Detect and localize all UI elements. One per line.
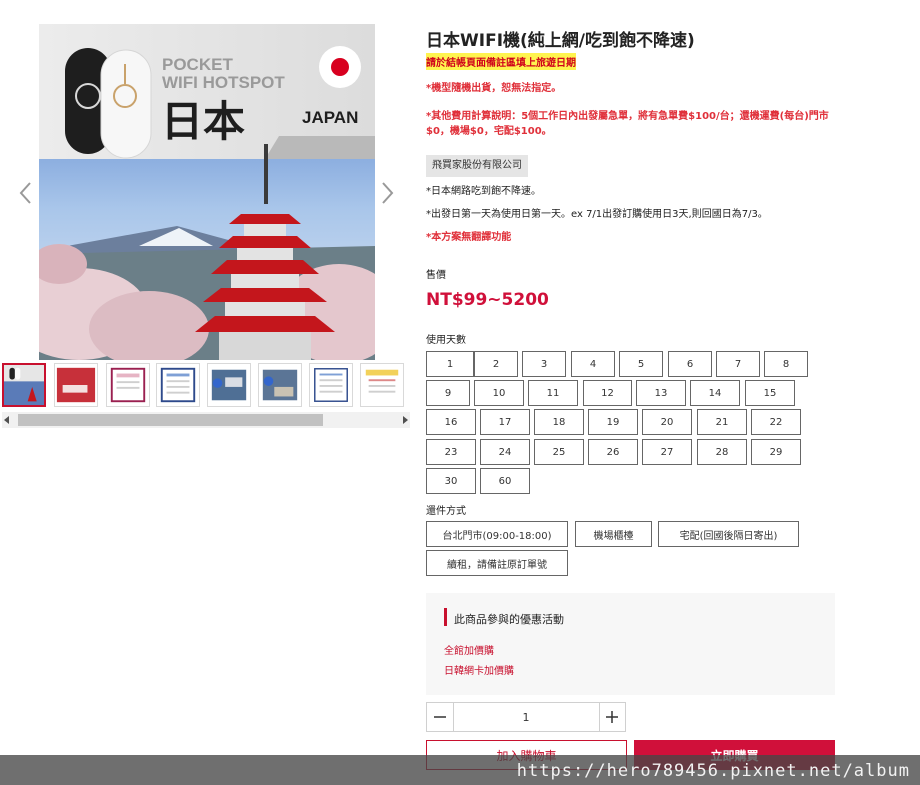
day-option-1[interactable]: 1 (426, 351, 474, 377)
random-model-note: *機型隨機出貨，恕無法指定。 (426, 83, 562, 94)
thumbnail-3[interactable] (106, 363, 150, 407)
shipping-option-renewal[interactable]: 續租，請備註原訂單號 (426, 550, 568, 576)
product-image-illustration: POCKET WIFI HOTSPOT 日本 JAPAN (39, 24, 375, 360)
scroll-right-arrow-icon[interactable] (403, 416, 408, 424)
day-option-6[interactable]: 6 (668, 351, 712, 377)
product-title: 日本WIFI機(純上網/吃到飽不降速) (426, 31, 695, 51)
promo-accent-bar (444, 608, 447, 626)
product-page: POCKET WIFI HOTSPOT 日本 JAPAN 日本WIFI機(純上網… (0, 0, 920, 785)
day-option-4[interactable]: 4 (571, 351, 615, 377)
day-option-16[interactable]: 16 (426, 409, 476, 435)
day-option-8[interactable]: 8 (764, 351, 808, 377)
shipping-option-delivery[interactable]: 宅配(回國後隔日寄出) (658, 521, 799, 547)
day-option-26[interactable]: 26 (588, 439, 638, 465)
day-option-15[interactable]: 15 (745, 380, 795, 406)
hero-headline-1: POCKET (162, 55, 233, 74)
day-option-17[interactable]: 17 (480, 409, 530, 435)
product-main-image[interactable]: POCKET WIFI HOTSPOT 日本 JAPAN (39, 24, 375, 360)
promo-link-site-addon[interactable]: 全館加價購 (444, 642, 494, 657)
day-option-12[interactable]: 12 (583, 380, 632, 406)
japan-flag-icon (331, 58, 349, 76)
hero-country-en: JAPAN (302, 108, 358, 127)
fee-note: *其他費用計算說明：5個工作日內出發屬急單，將有急單費$100/台；還機運費(每… (426, 111, 829, 137)
day-option-23[interactable]: 23 (426, 439, 476, 465)
day-option-30[interactable]: 30 (426, 468, 476, 494)
day-option-3[interactable]: 3 (522, 351, 566, 377)
day-option-5[interactable]: 5 (619, 351, 663, 377)
thumbnail-8[interactable] (360, 363, 404, 407)
quantity-increase-button[interactable] (598, 703, 626, 731)
vendor-badge: 飛買家股份有限公司 (426, 155, 528, 177)
scroll-left-arrow-icon[interactable] (4, 416, 9, 424)
day-option-29[interactable]: 29 (751, 439, 801, 465)
thumbnail-4[interactable] (156, 363, 200, 407)
minus-icon (433, 716, 446, 718)
thumbnail-6[interactable] (258, 363, 302, 407)
gallery-prev-arrow-icon[interactable] (16, 178, 36, 208)
hero-country-jp: 日本 (161, 97, 245, 146)
days-label: 使用天數 (426, 335, 466, 346)
day-option-25[interactable]: 25 (534, 439, 584, 465)
travel-date-note: 請於結帳頁面備註區填上旅遊日期 (426, 53, 576, 70)
thumbnail-5[interactable] (207, 363, 251, 407)
promo-title: 此商品參與的優惠活動 (454, 613, 564, 626)
scrollbar-thumb[interactable] (18, 414, 323, 426)
day-option-22[interactable]: 22 (751, 409, 801, 435)
day-option-60[interactable]: 60 (480, 468, 530, 494)
thumbnail-2[interactable] (54, 363, 98, 407)
thumbnail-7[interactable] (309, 363, 353, 407)
promo-link-simcard-addon[interactable]: 日韓網卡加價購 (444, 662, 514, 677)
price-label: 售價 (426, 270, 446, 281)
day-option-21[interactable]: 21 (697, 409, 747, 435)
day-option-28[interactable]: 28 (697, 439, 747, 465)
watermark-text: https://hero789456.pixnet.net/album (516, 761, 910, 781)
day-option-19[interactable]: 19 (588, 409, 638, 435)
day-option-24[interactable]: 24 (480, 439, 530, 465)
day-option-9[interactable]: 9 (426, 380, 470, 406)
day-option-11[interactable]: 11 (528, 380, 578, 406)
day-option-13[interactable]: 13 (636, 380, 686, 406)
day-option-27[interactable]: 27 (642, 439, 692, 465)
day-option-18[interactable]: 18 (534, 409, 584, 435)
quantity-decrease-button[interactable] (427, 703, 454, 731)
shipping-option-taipei-store[interactable]: 台北門市(09:00-18:00) (426, 521, 568, 547)
thumbnail-1[interactable] (2, 363, 46, 407)
day-option-20[interactable]: 20 (642, 409, 692, 435)
gallery-next-arrow-icon[interactable] (377, 178, 397, 208)
day-option-10[interactable]: 10 (474, 380, 524, 406)
quantity-input[interactable] (453, 703, 599, 731)
day-option-2[interactable]: 2 (474, 351, 518, 377)
promotion-box: 此商品參與的優惠活動 全館加價購 日韓網卡加價購 (426, 593, 835, 695)
day-option-14[interactable]: 14 (690, 380, 740, 406)
price-value: NT$99~5200 (426, 290, 549, 310)
day-option-7[interactable]: 7 (716, 351, 760, 377)
shipping-option-airport[interactable]: 機場櫃檯 (575, 521, 652, 547)
thumbnail-scrollbar[interactable] (2, 412, 410, 428)
usage-day-note: *出發日第一天為使用日第一天。ex 7/1出發訂購使用日3天,則回國日為7/3。 (426, 209, 768, 220)
unlimited-data-note: *日本網路吃到飽不降速。 (426, 186, 541, 197)
hero-headline-2: WIFI HOTSPOT (162, 73, 285, 92)
shipping-label: 還件方式 (426, 506, 466, 517)
quantity-stepper (426, 702, 626, 732)
plus-icon (606, 711, 619, 723)
watermark-bar: https://hero789456.pixnet.net/album (0, 755, 920, 785)
no-translation-note: *本方案無翻譯功能 (426, 232, 512, 243)
thumbnail-strip (2, 363, 410, 411)
